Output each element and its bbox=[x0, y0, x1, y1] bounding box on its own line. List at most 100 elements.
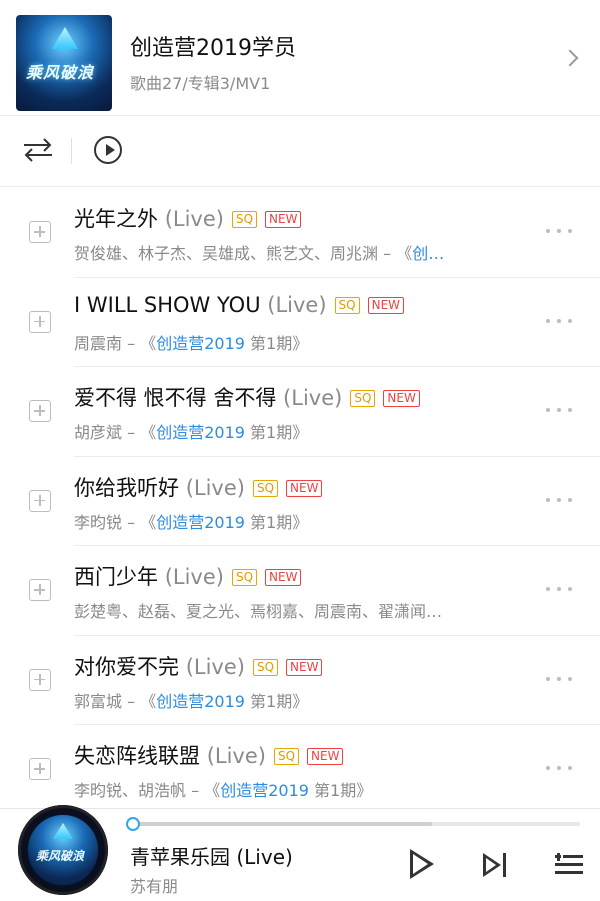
live-label: (Live) bbox=[267, 292, 327, 317]
add-icon[interactable] bbox=[29, 489, 51, 512]
album-link[interactable]: 创造营2019 bbox=[156, 692, 245, 711]
add-icon[interactable] bbox=[29, 758, 51, 780]
song-subtitle: 贺俊雄、林子杰、吴雄成、熊艺文、周兆渊 – 《创… bbox=[74, 240, 519, 264]
song-title: 你给我听好 bbox=[74, 475, 179, 500]
song-row[interactable]: 对你爱不完 (Live) SQ NEW 郭富城 – 《创造营2019 第1期》 bbox=[0, 634, 600, 725]
more-icon[interactable] bbox=[546, 408, 574, 414]
player-disc[interactable]: 乘风破浪 bbox=[18, 805, 108, 895]
buffer-bar bbox=[130, 822, 432, 826]
sq-badge: SQ bbox=[350, 390, 376, 407]
new-badge: NEW bbox=[265, 569, 302, 586]
song-row[interactable]: 西门少年 (Live) SQ NEW 彭楚粤、赵磊、夏之光、焉栩嘉、周震南、翟潇闻… bbox=[0, 545, 600, 635]
toolbar-separator bbox=[71, 138, 72, 164]
artist-cover: 乘风破浪 bbox=[16, 15, 112, 111]
song-artists: 李昀锐 bbox=[74, 512, 123, 532]
song-row[interactable]: I WILL SHOW YOU (Live) SQ NEW 周震南 – 《创造营20… bbox=[0, 276, 600, 367]
song-subtitle: 郭富城 – 《创造营2019 第1期》 bbox=[74, 688, 519, 712]
song-row[interactable]: 失恋阵线联盟 (Live) SQ NEW 李昀锐、胡浩帆 – 《创造营2019 第1… bbox=[0, 724, 600, 814]
album-link[interactable]: 创造营2019 bbox=[156, 334, 245, 353]
live-label: (Live) bbox=[185, 475, 245, 500]
new-badge: NEW bbox=[307, 748, 344, 765]
player-cover: 乘风破浪 bbox=[28, 815, 98, 885]
album-separator: – 《 bbox=[122, 333, 157, 353]
song-title: I WILL SHOW YOU bbox=[74, 292, 261, 317]
album-separator: – 《 bbox=[122, 423, 157, 442]
play-icon[interactable] bbox=[408, 849, 434, 879]
new-badge: NEW bbox=[367, 296, 405, 314]
artist-name: 创造营2019学员 bbox=[130, 36, 296, 61]
chevron-right-icon[interactable] bbox=[561, 49, 579, 67]
more-icon[interactable] bbox=[546, 318, 574, 325]
sq-badge: SQ bbox=[252, 479, 279, 497]
song-artists: 彭楚粤、赵磊、夏之光、焉栩嘉、周震南、翟潇闻… bbox=[74, 602, 443, 621]
cover-text: 乘风破浪 bbox=[36, 849, 85, 863]
more-icon[interactable] bbox=[546, 497, 574, 504]
song-artists: 郭富城 bbox=[74, 691, 123, 711]
album-separator: – 《 bbox=[186, 781, 221, 800]
album-suffix: 第1期》 bbox=[244, 423, 309, 442]
new-badge: NEW bbox=[383, 390, 420, 407]
song-subtitle: 胡彦斌 – 《创造营2019 第1期》 bbox=[74, 419, 519, 443]
progress-bar[interactable] bbox=[126, 817, 580, 831]
more-icon[interactable] bbox=[546, 766, 574, 772]
add-icon[interactable] bbox=[29, 400, 51, 422]
song-row[interactable]: 爱不得 恨不得 舍不得 (Live) SQ NEW 胡彦斌 – 《创造营2019 第… bbox=[0, 366, 600, 456]
song-row[interactable]: 光年之外 (Live) SQ NEW 贺俊雄、林子杰、吴雄成、熊艺文、周兆渊 – 《… bbox=[0, 187, 600, 277]
sq-badge: SQ bbox=[334, 296, 360, 314]
sq-badge: SQ bbox=[273, 748, 300, 765]
shuffle-icon[interactable] bbox=[22, 136, 54, 164]
song-subtitle: 李昀锐 – 《创造营2019 第1期》 bbox=[74, 509, 519, 533]
song-title-line: I WILL SHOW YOU (Live) SQ NEW bbox=[74, 292, 405, 317]
next-icon[interactable] bbox=[483, 853, 509, 877]
album-suffix: 第1期》 bbox=[308, 781, 373, 800]
live-label: (Live) bbox=[164, 207, 224, 231]
toolbar bbox=[0, 116, 600, 186]
song-title-line: 失恋阵线联盟 (Live) SQ NEW bbox=[74, 740, 344, 770]
logo-icon bbox=[53, 823, 73, 839]
song-title-line: 你给我听好 (Live) SQ NEW bbox=[74, 472, 323, 502]
album-link[interactable]: 创… bbox=[412, 244, 444, 263]
new-badge: NEW bbox=[265, 211, 302, 228]
song-title-line: 对你爱不完 (Live) SQ NEW bbox=[74, 651, 323, 681]
album-separator: – 《 bbox=[122, 691, 157, 711]
mini-player[interactable]: 乘风破浪 青苹果乐园 (Live) 苏有朋 bbox=[0, 805, 600, 901]
more-icon[interactable] bbox=[546, 587, 574, 593]
album-link[interactable]: 创造营2019 bbox=[156, 513, 245, 532]
song-title: 失恋阵线联盟 bbox=[74, 744, 200, 768]
live-label: (Live) bbox=[206, 744, 266, 768]
more-icon[interactable] bbox=[546, 229, 574, 235]
live-label: (Live) bbox=[185, 654, 245, 679]
song-list: 光年之外 (Live) SQ NEW 贺俊雄、林子杰、吴雄成、熊艺文、周兆渊 – 《… bbox=[0, 187, 600, 814]
song-title: 对你爱不完 bbox=[74, 654, 179, 679]
add-icon[interactable] bbox=[29, 579, 51, 601]
playlist-icon[interactable] bbox=[555, 853, 583, 877]
album-link[interactable]: 创造营2019 bbox=[220, 781, 309, 800]
play-circle-icon[interactable] bbox=[94, 136, 122, 164]
artist-header[interactable]: 乘风破浪 创造营2019学员 歌曲27/专辑3/MV1 bbox=[0, 0, 600, 115]
song-title: 西门少年 bbox=[74, 565, 158, 589]
new-badge: NEW bbox=[286, 479, 323, 497]
song-artists: 李昀锐、胡浩帆 bbox=[74, 781, 187, 800]
now-playing-artist: 苏有朋 bbox=[130, 877, 179, 896]
add-icon[interactable] bbox=[29, 221, 51, 243]
now-playing-title: 青苹果乐园 (Live) bbox=[130, 845, 293, 869]
song-title-line: 西门少年 (Live) SQ NEW bbox=[74, 561, 302, 591]
song-row[interactable]: 你给我听好 (Live) SQ NEW 李昀锐 – 《创造营2019 第1期》 bbox=[0, 455, 600, 546]
song-artists: 周震南 bbox=[74, 333, 123, 353]
progress-knob[interactable] bbox=[126, 817, 140, 831]
song-subtitle: 彭楚粤、赵磊、夏之光、焉栩嘉、周震南、翟潇闻… bbox=[74, 598, 519, 622]
song-title: 爱不得 恨不得 舍不得 bbox=[74, 386, 277, 410]
song-artists: 贺俊雄、林子杰、吴雄成、熊艺文、周兆渊 bbox=[74, 244, 379, 263]
artist-stats: 歌曲27/专辑3/MV1 bbox=[130, 74, 271, 93]
sq-badge: SQ bbox=[252, 658, 279, 676]
live-label: (Live) bbox=[283, 386, 343, 410]
add-icon[interactable] bbox=[29, 668, 51, 691]
song-artists: 胡彦斌 bbox=[74, 423, 123, 442]
album-link[interactable]: 创造营2019 bbox=[156, 423, 245, 442]
more-icon[interactable] bbox=[546, 676, 574, 683]
album-suffix: 第1期》 bbox=[244, 512, 309, 532]
add-icon[interactable] bbox=[29, 310, 51, 333]
song-title-line: 爱不得 恨不得 舍不得 (Live) SQ NEW bbox=[74, 382, 420, 412]
song-title-line: 光年之外 (Live) SQ NEW bbox=[74, 203, 302, 233]
new-badge: NEW bbox=[286, 658, 323, 676]
